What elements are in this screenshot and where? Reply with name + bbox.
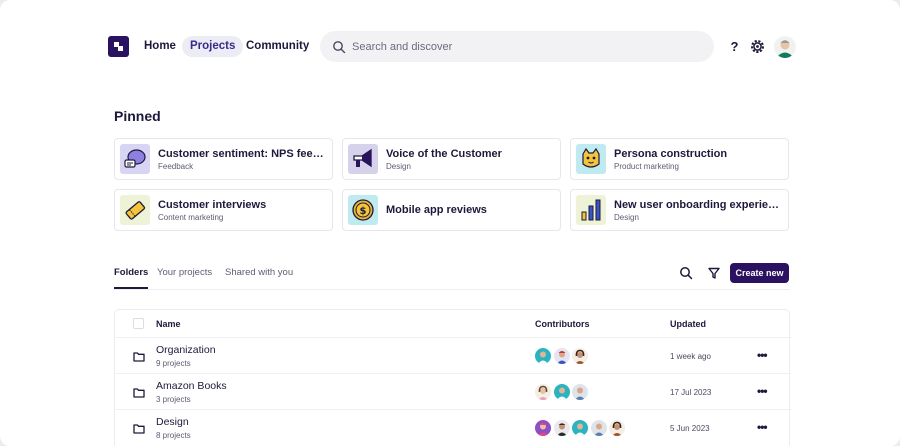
folders-table: Name Contributors Updated Organization 9… bbox=[114, 309, 791, 446]
coin-icon: $ bbox=[348, 195, 378, 225]
avatar bbox=[535, 384, 551, 400]
folder-icon bbox=[133, 352, 145, 362]
bar-chart-icon bbox=[576, 195, 606, 225]
table-row[interactable]: Design 8 projects 5 Jun 2023 ••• bbox=[115, 409, 791, 446]
folder-project-count: 9 projects bbox=[156, 359, 191, 368]
pinned-card-mobile-app-reviews[interactable]: $ Mobile app reviews bbox=[342, 189, 561, 231]
pinned-card-title: Customer sentiment: NPS feedb... bbox=[158, 147, 326, 160]
folder-name: Design bbox=[156, 416, 189, 428]
megaphone-icon bbox=[348, 144, 378, 174]
search-icon[interactable] bbox=[679, 266, 693, 280]
app-window: Home Projects Community ? Pinned bbox=[0, 0, 900, 446]
contributors-list bbox=[535, 384, 591, 401]
more-options-icon[interactable]: ••• bbox=[757, 348, 768, 362]
create-new-button[interactable]: Create new bbox=[730, 263, 789, 283]
column-header-name[interactable]: Name bbox=[156, 319, 181, 329]
pinned-card-title: Persona construction bbox=[614, 147, 728, 160]
avatar bbox=[553, 348, 570, 364]
pinned-card-title: Customer interviews bbox=[158, 198, 267, 211]
folder-project-count: 8 projects bbox=[156, 431, 191, 440]
updated-date: 17 Jul 2023 bbox=[670, 388, 712, 397]
tab-folders[interactable]: Folders bbox=[114, 267, 149, 289]
pinned-card-subtitle: Design bbox=[386, 161, 411, 171]
folder-icon bbox=[133, 424, 145, 434]
user-avatar[interactable] bbox=[774, 36, 796, 58]
filter-icon[interactable] bbox=[707, 266, 721, 280]
column-header-updated[interactable]: Updated bbox=[670, 319, 706, 329]
app-logo-icon[interactable] bbox=[108, 36, 129, 57]
folder-name: Organization bbox=[156, 344, 216, 356]
pinned-card-voice-of-customer[interactable]: Voice of the Customer Design bbox=[342, 138, 561, 180]
updated-date: 5 Jun 2023 bbox=[670, 424, 710, 433]
updated-date: 1 week ago bbox=[670, 352, 711, 361]
pinned-card-new-user-onboarding[interactable]: New user onboarding experience Design bbox=[570, 189, 789, 231]
search-input[interactable] bbox=[352, 40, 692, 53]
ticket-icon bbox=[120, 195, 150, 225]
avatar bbox=[535, 348, 551, 364]
table-row[interactable]: Organization 9 projects 1 week ago ••• bbox=[115, 337, 791, 374]
nav-community-link[interactable]: Community bbox=[246, 36, 309, 57]
pinned-card-title: Mobile app reviews bbox=[386, 204, 487, 216]
avatar bbox=[553, 384, 570, 400]
avatar bbox=[609, 420, 625, 436]
table-header: Name Contributors Updated bbox=[115, 310, 791, 338]
persona-cat-icon bbox=[576, 144, 606, 174]
folder-name: Amazon Books bbox=[156, 380, 227, 392]
search-icon bbox=[333, 40, 346, 53]
pinned-card-persona-construction[interactable]: Persona construction Product marketing bbox=[570, 138, 789, 180]
contributors-list bbox=[535, 420, 628, 437]
folder-project-count: 3 projects bbox=[156, 395, 191, 404]
nav-home-link[interactable]: Home bbox=[144, 36, 176, 57]
avatar bbox=[572, 420, 588, 436]
tab-shared-with-you[interactable]: Shared with you bbox=[225, 267, 293, 289]
pinned-card-customer-sentiment[interactable]: Customer sentiment: NPS feedb... Feedbac… bbox=[114, 138, 333, 180]
avatar bbox=[535, 420, 551, 436]
avatar bbox=[572, 348, 588, 364]
tab-your-projects[interactable]: Your projects bbox=[157, 267, 212, 289]
search-bar[interactable] bbox=[320, 31, 714, 62]
avatar bbox=[553, 420, 570, 436]
pinned-card-subtitle: Feedback bbox=[158, 161, 194, 171]
more-options-icon[interactable]: ••• bbox=[757, 384, 768, 398]
pinned-card-title: New user onboarding experience bbox=[614, 198, 782, 211]
pinned-card-subtitle: Content marketing bbox=[158, 212, 224, 222]
pinned-card-title: Voice of the Customer bbox=[386, 147, 502, 160]
more-options-icon[interactable]: ••• bbox=[757, 420, 768, 434]
contributors-list bbox=[535, 348, 591, 365]
pinned-card-subtitle: Product marketing bbox=[614, 161, 679, 171]
pinned-card-customer-interviews[interactable]: Customer interviews Content marketing bbox=[114, 189, 333, 231]
pinned-card-subtitle: Design bbox=[614, 212, 639, 222]
select-all-checkbox[interactable] bbox=[133, 318, 144, 329]
svg-text:$: $ bbox=[360, 206, 367, 217]
help-icon[interactable]: ? bbox=[726, 38, 743, 55]
table-row[interactable]: Amazon Books 3 projects 17 Jul 2023 ••• bbox=[115, 373, 791, 410]
folder-icon bbox=[133, 388, 145, 398]
pinned-section-title: Pinned bbox=[114, 108, 161, 124]
avatar bbox=[590, 420, 607, 436]
column-header-contributors: Contributors bbox=[535, 319, 590, 329]
speech-bubble-icon bbox=[120, 144, 150, 174]
gear-icon[interactable] bbox=[749, 38, 766, 55]
nav-projects-link[interactable]: Projects bbox=[182, 36, 244, 57]
top-navigation: Home Projects Community ? bbox=[0, 0, 900, 94]
avatar bbox=[572, 384, 588, 400]
